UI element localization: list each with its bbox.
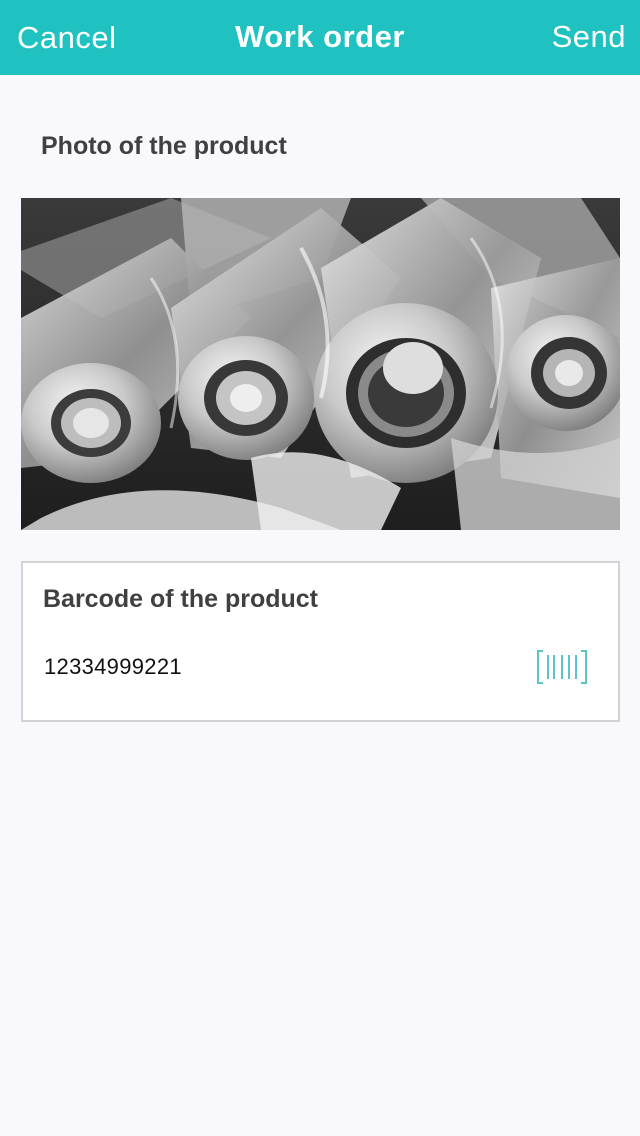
barcode-scan-icon[interactable]	[536, 650, 588, 684]
navigation-bar: Cancel Work order Send	[0, 0, 640, 75]
cancel-button[interactable]: Cancel	[17, 19, 117, 57]
photo-section-label: Photo of the product	[41, 132, 287, 160]
product-photo[interactable]	[21, 198, 620, 530]
send-button[interactable]: Send	[552, 18, 626, 56]
barcode-section-label: Barcode of the product	[43, 585, 319, 613]
barcode-value[interactable]: 12334999221	[44, 653, 182, 681]
barcode-card: Barcode of the product 12334999221	[21, 561, 620, 722]
